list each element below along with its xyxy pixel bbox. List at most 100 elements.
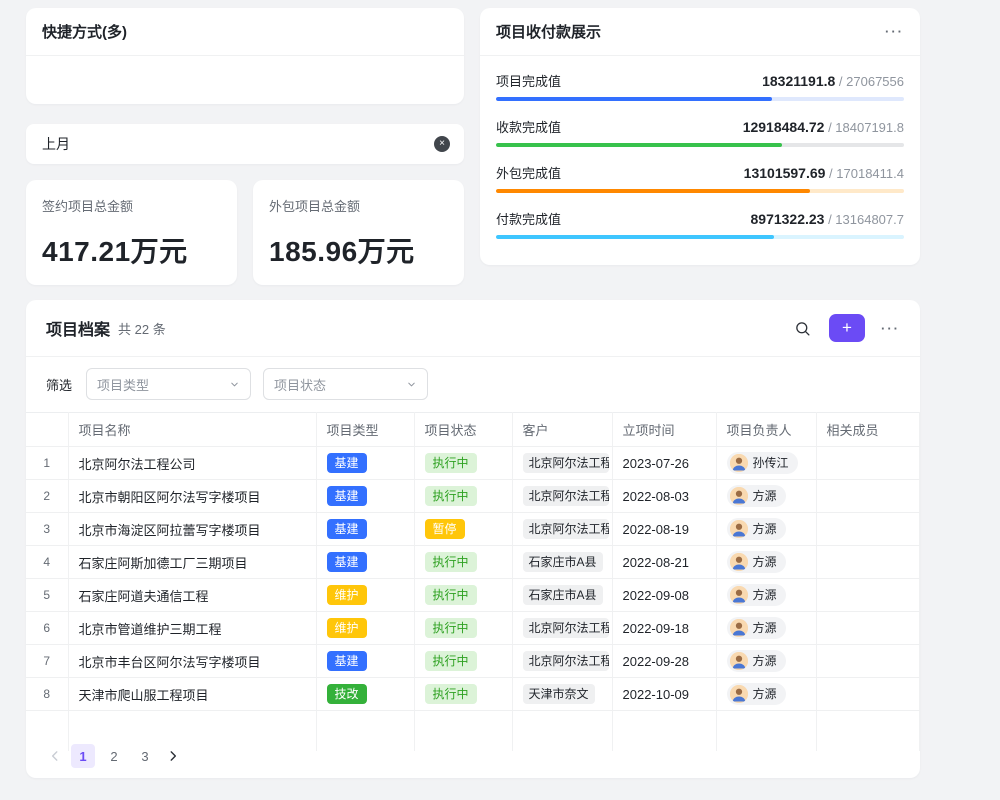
stat-label: 外包项目总金额 — [269, 196, 448, 215]
row-index: 8 — [26, 678, 68, 711]
owner-name: 方源 — [753, 586, 777, 603]
start-date: 2023-07-26 — [612, 447, 716, 480]
owner-name: 方源 — [753, 652, 777, 669]
avatar — [730, 619, 748, 637]
table-row[interactable]: 8天津市爬山服工程项目技改执行中天津市奈文2022-10-09方源 — [26, 678, 920, 711]
owner-chip: 方源 — [727, 584, 786, 606]
stat-card-outsource-total: 外包项目总金额 185.96万元 — [253, 180, 464, 285]
table-header-row: 项目名称项目类型项目状态客户立项时间项目负责人相关成员 — [26, 413, 920, 447]
customer-chip: 北京阿尔法工程 — [523, 486, 609, 506]
customer-chip: 石家庄市A县 — [523, 585, 603, 605]
row-index: 6 — [26, 612, 68, 645]
progress-track — [496, 97, 904, 101]
payments-more-icon[interactable]: ··· — [885, 24, 904, 39]
progress-fill — [496, 143, 782, 147]
clear-filter-icon[interactable]: × — [434, 136, 450, 152]
progress-values: 13101597.69 / 17018411.4 — [744, 165, 904, 181]
shortcuts-card: 快捷方式(多) — [26, 8, 464, 104]
payments-title: 项目收付款展示 — [496, 21, 601, 42]
progress-track — [496, 189, 904, 193]
table-more-icon[interactable]: ··· — [881, 321, 900, 336]
time-filter[interactable]: 上月 × — [26, 124, 464, 164]
owner-name: 方源 — [753, 553, 777, 570]
avatar — [730, 685, 748, 703]
project-name: 北京阿尔法工程公司 — [68, 447, 316, 480]
page-1[interactable]: 1 — [71, 744, 95, 768]
record-count: 共 22 条 — [118, 319, 166, 338]
stat-value: 185.96万元 — [269, 230, 448, 270]
column-header-index — [26, 413, 68, 447]
prev-page-icon[interactable] — [46, 749, 64, 763]
column-header: 客户 — [512, 413, 612, 447]
column-header: 立项时间 — [612, 413, 716, 447]
avatar — [730, 487, 748, 505]
progress-track — [496, 143, 904, 147]
project-name: 天津市爬山服工程项目 — [68, 678, 316, 711]
related-members-cell — [816, 513, 920, 546]
table-row[interactable]: 4石家庄阿斯加德工厂三期项目基建执行中石家庄市A县2022-08-21方源 — [26, 546, 920, 579]
progress-values: 8971322.23 / 13164807.7 — [751, 211, 905, 227]
table-title: 项目档案 — [46, 316, 110, 340]
progress-track — [496, 235, 904, 239]
page-3[interactable]: 3 — [133, 744, 157, 768]
table-row[interactable]: 5石家庄阿道夫通信工程维护执行中石家庄市A县2022-09-08方源 — [26, 579, 920, 612]
stat-card-signed-total: 签约项目总金额 417.21万元 — [26, 180, 237, 285]
status-badge: 暂停 — [425, 519, 465, 539]
table-row[interactable]: 1北京阿尔法工程公司基建执行中北京阿尔法工程2023-07-26孙传江 — [26, 447, 920, 480]
shortcuts-title: 快捷方式(多) — [42, 21, 127, 42]
customer-chip: 北京阿尔法工程 — [523, 519, 609, 539]
progress-value: 12918484.72 — [743, 119, 825, 135]
avatar — [730, 586, 748, 604]
progress-value: 18321191.8 — [762, 73, 835, 89]
chevron-down-icon — [229, 379, 240, 390]
status-badge: 执行中 — [425, 618, 477, 638]
progress-row: 付款完成值8971322.23 / 13164807.7 — [496, 209, 904, 239]
start-date: 2022-09-28 — [612, 645, 716, 678]
start-date: 2022-08-21 — [612, 546, 716, 579]
type-badge: 基建 — [327, 552, 367, 572]
column-header: 项目类型 — [316, 413, 414, 447]
next-page-icon[interactable] — [164, 749, 182, 763]
related-members-cell — [816, 645, 920, 678]
avatar — [730, 454, 748, 472]
payments-progress-list: 项目完成值 18321191.8 / 27067556 收款完成值 12918484.… — [480, 56, 920, 239]
table-row[interactable]: 3北京市海淀区阿拉蕾写字楼项目基建暂停北京阿尔法工程2022-08-19方源 — [26, 513, 920, 546]
filter-select-2[interactable]: 项目状态 — [263, 368, 428, 400]
table-row[interactable]: 6北京市管道维护三期工程维护执行中北京阿尔法工程2022-09-18方源 — [26, 612, 920, 645]
start-date: 2022-10-09 — [612, 678, 716, 711]
add-button[interactable]: + — [829, 314, 865, 342]
progress-row: 收款完成值12918484.72 / 18407191.8 — [496, 117, 904, 147]
project-name: 北京市管道维护三期工程 — [68, 612, 316, 645]
progress-total: / 27067556 — [835, 74, 904, 89]
project-name: 石家庄阿道夫通信工程 — [68, 579, 316, 612]
status-badge: 执行中 — [425, 585, 477, 605]
progress-label: 收款完成值 — [496, 117, 561, 136]
projects-table: 项目名称项目类型项目状态客户立项时间项目负责人相关成员 1北京阿尔法工程公司基建… — [26, 412, 920, 751]
progress-row: 外包完成值13101597.69 / 17018411.4 — [496, 163, 904, 193]
type-badge: 基建 — [327, 519, 367, 539]
customer-chip: 北京阿尔法工程 — [523, 453, 609, 473]
projects-card: 项目档案 共 22 条 + ··· 筛选 项目类型项目状态 项目名称项目类型项目… — [26, 300, 920, 778]
table-row[interactable]: 2北京市朝阳区阿尔法写字楼项目基建执行中北京阿尔法工程2022-08-03方源 — [26, 480, 920, 513]
column-header: 相关成员 — [816, 413, 920, 447]
owner-name: 孙传江 — [753, 454, 789, 471]
owner-name: 方源 — [753, 487, 777, 504]
table-row[interactable]: 7北京市丰台区阿尔法写字楼项目基建执行中北京阿尔法工程2022-09-28方源 — [26, 645, 920, 678]
chevron-down-icon — [406, 379, 417, 390]
customer-chip: 石家庄市A县 — [523, 552, 603, 572]
status-badge: 执行中 — [425, 684, 477, 704]
filter-select-1[interactable]: 项目类型 — [86, 368, 251, 400]
status-badge: 执行中 — [425, 453, 477, 473]
progress-label: 项目完成值 — [496, 71, 561, 90]
progress-fill — [496, 97, 772, 101]
progress-values: 18321191.8 / 27067556 — [762, 73, 904, 89]
avatar — [730, 553, 748, 571]
page-2[interactable]: 2 — [102, 744, 126, 768]
status-badge: 执行中 — [425, 651, 477, 671]
search-icon[interactable] — [794, 320, 811, 337]
progress-value: 8971322.23 — [751, 211, 825, 227]
stat-value: 417.21万元 — [42, 230, 221, 270]
owner-chip: 方源 — [727, 485, 786, 507]
pagination: 123 — [46, 744, 182, 768]
type-badge: 基建 — [327, 486, 367, 506]
